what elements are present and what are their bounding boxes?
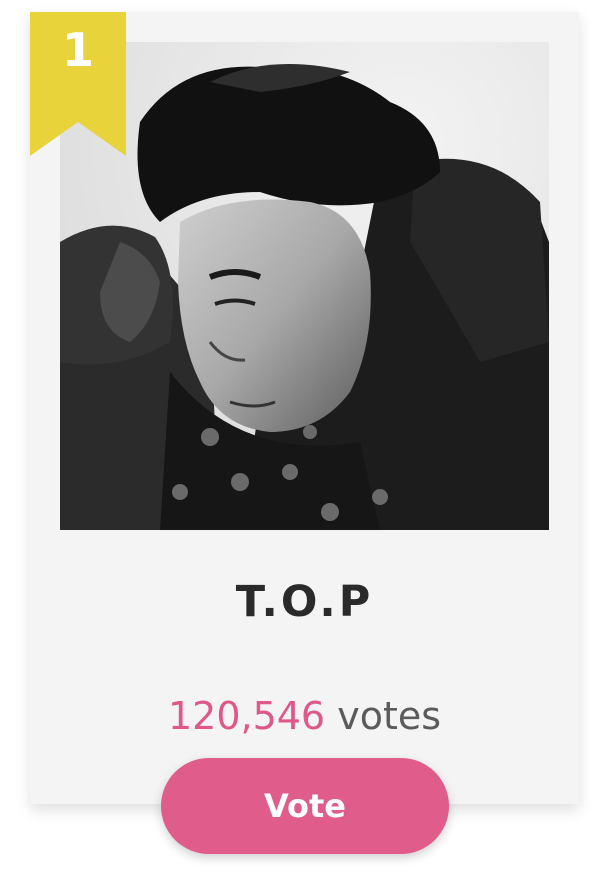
vote-count-label: votes bbox=[337, 694, 442, 738]
vote-total: 120,546 votes bbox=[30, 690, 579, 742]
candidate-photo bbox=[60, 42, 549, 530]
rank-number: 1 bbox=[61, 23, 94, 77]
vote-count: 120,546 bbox=[167, 694, 326, 738]
vote-button[interactable]: Vote bbox=[161, 758, 449, 854]
rank-ribbon: 1 bbox=[30, 12, 126, 156]
candidate-name: T.O.P bbox=[235, 577, 374, 627]
